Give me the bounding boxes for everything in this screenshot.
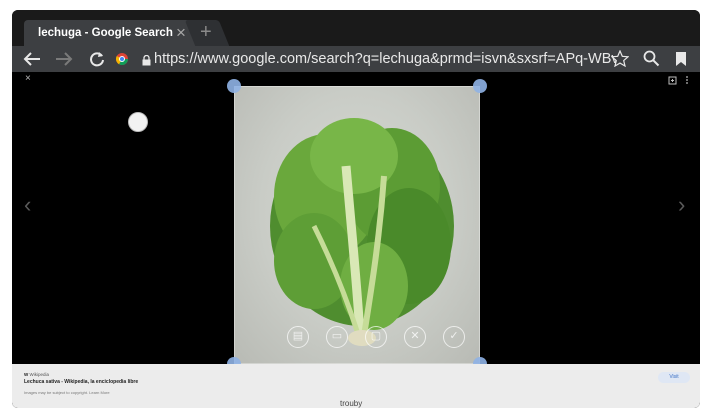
previous-image-icon[interactable]: ‹ — [24, 192, 31, 218]
bookmark-icon — [676, 52, 686, 66]
check-icon: ✓ — [449, 330, 459, 342]
select-area-icon: ▢ — [370, 330, 382, 342]
result-title[interactable]: Lechuca sativa - Wikipedia, la enciclope… — [24, 379, 138, 385]
visit-button[interactable]: Visit — [658, 372, 690, 383]
bottom-bar: trouby — [0, 398, 708, 410]
select-area-button[interactable]: ▢ — [365, 326, 387, 348]
copyright-notice[interactable]: Images may be subject to copyright. Lear… — [24, 390, 110, 395]
touch-indicator — [128, 112, 148, 132]
new-tab-plus-icon[interactable]: + — [200, 20, 212, 44]
forward-arrow-icon — [56, 52, 73, 66]
lens-search-button[interactable]: ▤ — [287, 326, 309, 348]
cancel-button[interactable]: ✕ — [404, 326, 426, 348]
back-button[interactable] — [20, 46, 44, 72]
bookmark-star-button[interactable] — [610, 46, 630, 72]
close-icon: ✕ — [410, 330, 420, 342]
tab-strip: lechuga - Google Search × + — [12, 10, 700, 46]
crop-icon: ▭ — [331, 330, 343, 342]
bottom-text: trouby — [340, 399, 363, 408]
reload-button[interactable] — [86, 46, 108, 72]
tablet-screen: lechuga - Google Search × + https://www.… — [12, 10, 700, 408]
tab-close-icon[interactable]: × — [176, 23, 186, 43]
source-row: W Wikipedia — [24, 372, 49, 377]
tab-title: lechuga - Google Search — [38, 27, 173, 39]
search-icon — [643, 50, 659, 67]
site-favicon — [114, 46, 130, 72]
search-button[interactable] — [640, 46, 662, 72]
crop-handle-top-left[interactable] — [227, 79, 241, 93]
wikipedia-icon: W — [24, 372, 29, 377]
bookmarks-button[interactable] — [672, 46, 690, 72]
confirm-button[interactable]: ✓ — [443, 326, 465, 348]
back-arrow-icon — [23, 52, 40, 66]
url-bar[interactable]: https://www.google.com/search?q=lechuga&… — [154, 46, 616, 72]
lock-icon — [142, 54, 150, 66]
secure-lock — [140, 46, 152, 72]
next-image-icon[interactable]: › — [678, 192, 685, 218]
forward-button[interactable] — [52, 46, 76, 72]
more-options-icon[interactable] — [685, 75, 689, 85]
image-viewer: × ‹ › ▤ ▭ ▢ ✕ ✓ W Wikipedia Lechuca sati… — [12, 72, 700, 408]
tab-active[interactable]: lechuga - Google Search × — [24, 20, 202, 46]
crop-tool-button[interactable]: ▭ — [326, 326, 348, 348]
chrome-icon — [115, 53, 128, 66]
share-icon[interactable] — [668, 76, 677, 85]
browser-toolbar: https://www.google.com/search?q=lechuga&… — [12, 46, 700, 72]
source-name: Wikipedia — [29, 372, 50, 377]
crop-handle-top-right[interactable] — [473, 79, 487, 93]
crop-frame[interactable] — [234, 86, 480, 364]
star-icon — [610, 49, 630, 68]
viewer-close-icon[interactable]: × — [25, 73, 31, 84]
text-select-icon: ▤ — [292, 330, 304, 342]
reload-icon — [90, 52, 104, 67]
